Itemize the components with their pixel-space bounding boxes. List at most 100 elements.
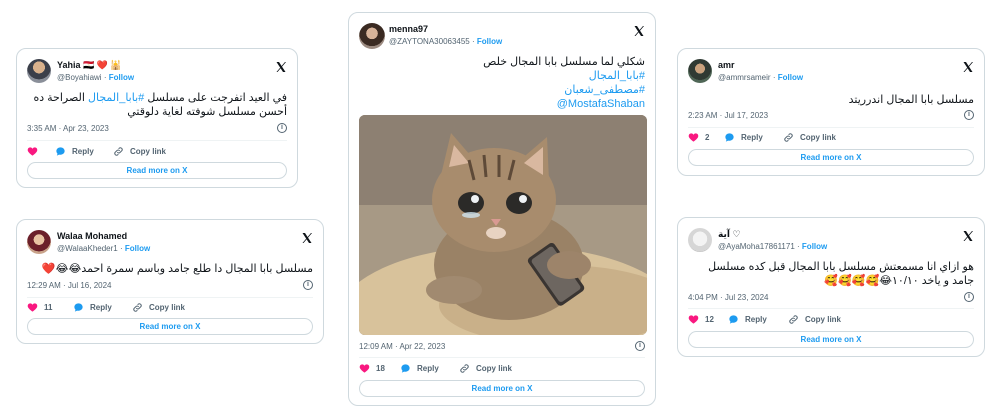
- display-name[interactable]: amr: [718, 60, 735, 70]
- separator-dot: ·: [797, 242, 800, 251]
- divider: [27, 297, 313, 298]
- avatar[interactable]: [688, 228, 712, 252]
- display-name[interactable]: آية ♡: [718, 229, 741, 240]
- reply-button[interactable]: Reply: [73, 302, 112, 313]
- cat-illustration: [359, 115, 647, 335]
- x-logo-icon[interactable]: [275, 61, 287, 73]
- follow-button[interactable]: Follow: [109, 73, 134, 82]
- like-button[interactable]: 18: [359, 363, 385, 374]
- copy-link-label: Copy link: [800, 133, 837, 142]
- follow-button[interactable]: Follow: [802, 242, 827, 251]
- mention-link[interactable]: @MostafaShaban: [359, 97, 645, 111]
- handle-line: @WalaaKheder1 · Follow: [57, 244, 150, 253]
- follow-button[interactable]: Follow: [477, 37, 502, 46]
- like-button[interactable]: 2: [688, 132, 709, 143]
- tweet-media-image[interactable]: [359, 115, 647, 335]
- x-logo-icon[interactable]: [962, 230, 974, 242]
- tweet-text: مسلسل بابا المجال دا طلع جامد وباسم سمرة…: [41, 263, 313, 275]
- display-name[interactable]: Yahia 🇪🇬 ❤️ 🕌: [57, 60, 122, 71]
- heart-icon: [359, 364, 370, 373]
- read-more-button[interactable]: Read more on X: [688, 149, 974, 166]
- separator-dot: ·: [772, 73, 776, 82]
- separator-dot: ·: [119, 244, 123, 253]
- reply-button[interactable]: Reply: [55, 146, 94, 157]
- like-count: 11: [44, 303, 53, 312]
- handle[interactable]: @Boyahiawi: [57, 73, 102, 82]
- timestamp[interactable]: 2:23 AM · Jul 17, 2023: [688, 111, 768, 120]
- timestamp[interactable]: 12:09 AM · Apr 22, 2023: [359, 342, 445, 351]
- read-more-button[interactable]: Read more on X: [688, 331, 974, 348]
- tweet-text: في العيد اتفرجت على مسلسل #بابا_المجال ا…: [27, 91, 287, 119]
- x-logo-icon[interactable]: [962, 61, 974, 73]
- handle[interactable]: @ammrsameir: [718, 73, 771, 82]
- tweet-header: آية ♡ @AyaMoha17861171 · Follow: [688, 228, 974, 258]
- link-icon: [133, 303, 142, 312]
- tweet-header: menna97 @ZAYTONA30063455 · Follow: [359, 23, 645, 53]
- heart-icon: [688, 133, 699, 142]
- handle-line: @ZAYTONA30063455 · Follow: [389, 37, 502, 46]
- info-icon[interactable]: i: [303, 280, 313, 290]
- hashtag-link[interactable]: #مصطفى_شعبان: [359, 83, 645, 97]
- reply-label: Reply: [417, 364, 439, 373]
- tweet-line: شكلي لما مسلسل بابا المجال خلص: [483, 56, 645, 68]
- reply-button[interactable]: Reply: [728, 314, 767, 325]
- copy-link-label: Copy link: [805, 315, 842, 324]
- read-more-button[interactable]: Read more on X: [27, 162, 287, 179]
- copy-link-button[interactable]: Copy link: [783, 132, 836, 143]
- avatar[interactable]: [688, 59, 712, 83]
- reply-button[interactable]: Reply: [400, 363, 439, 374]
- tweet-card-yahia: Yahia 🇪🇬 ❤️ 🕌 @Boyahiawi · Follow في الع…: [16, 48, 298, 188]
- tweet-text: هو ازاي انا مسمعتش مسلسل بابا المجال قبل…: [708, 261, 974, 287]
- reply-bubble-icon: [729, 315, 738, 324]
- tweet-text-prefix: في العيد اتفرجت على مسلسل: [144, 92, 287, 104]
- copy-link-button[interactable]: Copy link: [459, 363, 512, 374]
- avatar[interactable]: [359, 23, 385, 49]
- reply-label: Reply: [90, 303, 112, 312]
- timestamp[interactable]: 12:29 AM · Jul 16, 2024: [27, 281, 112, 290]
- reply-label: Reply: [72, 147, 94, 156]
- handle-line: @ammrsameir · Follow: [718, 73, 803, 82]
- display-name[interactable]: Walaa Mohamed: [57, 231, 127, 241]
- like-count: 18: [376, 364, 385, 373]
- link-icon: [460, 364, 469, 373]
- copy-link-button[interactable]: Copy link: [132, 302, 185, 313]
- action-bar: 11 Reply Copy link: [27, 302, 313, 316]
- info-icon[interactable]: i: [277, 123, 287, 133]
- follow-button[interactable]: Follow: [125, 244, 150, 253]
- tweet-header: Yahia 🇪🇬 ❤️ 🕌 @Boyahiawi · Follow: [27, 59, 287, 89]
- avatar[interactable]: [27, 59, 51, 83]
- reply-button[interactable]: Reply: [724, 132, 763, 143]
- copy-link-button[interactable]: Copy link: [788, 314, 841, 325]
- hashtag-link[interactable]: #بابا_المجال: [359, 69, 645, 83]
- like-count: 12: [705, 315, 714, 324]
- hashtag-link[interactable]: #بابا_المجال: [88, 92, 144, 104]
- heart-icon: [27, 147, 38, 156]
- timestamp[interactable]: 4:04 PM · Jul 23, 2024: [688, 293, 769, 302]
- read-more-button[interactable]: Read more on X: [27, 318, 313, 335]
- info-icon[interactable]: i: [964, 292, 974, 302]
- timestamp[interactable]: 3:35 AM · Apr 23, 2023: [27, 124, 109, 133]
- display-name[interactable]: menna97: [389, 24, 428, 34]
- read-more-button[interactable]: Read more on X: [359, 380, 645, 397]
- like-button[interactable]: [27, 146, 44, 157]
- x-logo-icon[interactable]: [633, 25, 645, 37]
- tweet-text: مسلسل بابا المجال اندرريتد: [848, 94, 974, 106]
- like-button[interactable]: 11: [27, 302, 52, 313]
- reply-bubble-icon: [725, 133, 734, 142]
- handle[interactable]: @AyaMoha17861171: [718, 242, 795, 251]
- like-button[interactable]: 12: [688, 314, 714, 325]
- copy-link-label: Copy link: [476, 364, 513, 373]
- info-icon[interactable]: i: [635, 341, 645, 351]
- info-icon[interactable]: i: [964, 110, 974, 120]
- action-bar: 12 Reply Copy link: [688, 314, 974, 328]
- copy-link-button[interactable]: Copy link: [113, 146, 166, 157]
- avatar[interactable]: [27, 230, 51, 254]
- x-logo-icon[interactable]: [301, 232, 313, 244]
- follow-button[interactable]: Follow: [778, 73, 803, 82]
- reply-label: Reply: [745, 315, 767, 324]
- handle[interactable]: @ZAYTONA30063455: [389, 37, 470, 46]
- handle-line: @AyaMoha17861171 · Follow: [718, 242, 827, 251]
- link-icon: [784, 133, 793, 142]
- handle[interactable]: @WalaaKheder1: [57, 244, 118, 253]
- reply-bubble-icon: [56, 147, 65, 156]
